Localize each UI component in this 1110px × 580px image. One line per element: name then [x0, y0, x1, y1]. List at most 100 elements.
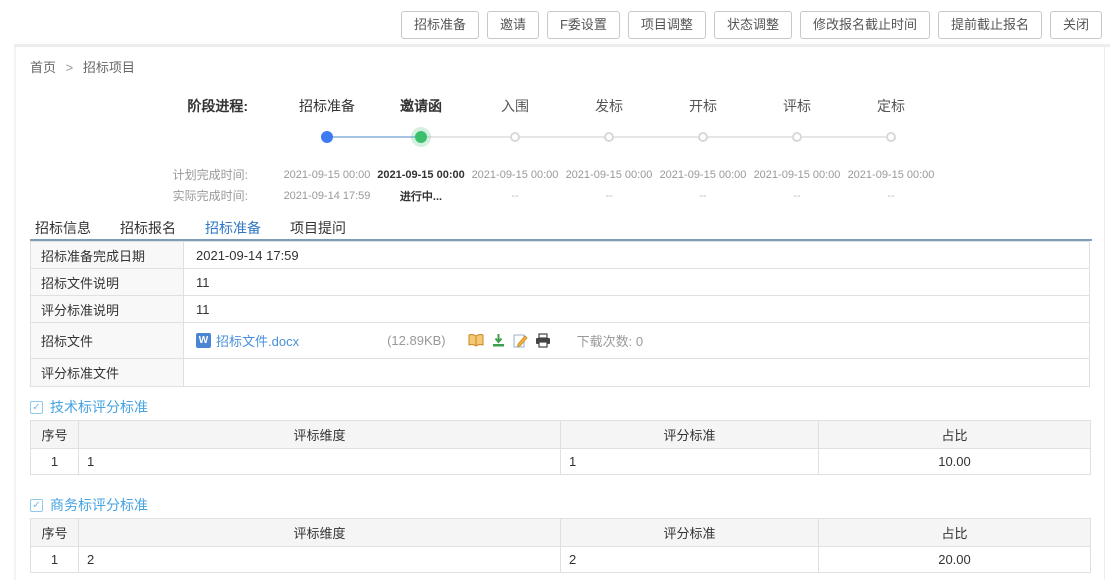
invite-button[interactable]: 邀请 [487, 11, 539, 39]
stage-names-row: 阶段进程: 招标准备 邀请函 入围 发标 开标 评标 定标 [0, 96, 1110, 116]
download-icon[interactable] [491, 333, 506, 348]
early-close-signup-button[interactable]: 提前截止报名 [938, 11, 1042, 39]
actual-time: -- [656, 190, 750, 202]
modify-deadline-button[interactable]: 修改报名截止时间 [800, 11, 930, 39]
plan-time: 2021-09-15 00:00 [656, 169, 750, 181]
stage-dot-pending [792, 132, 802, 142]
row-label: 招标准备完成日期 [31, 242, 184, 269]
plan-time: 2021-09-15 00:00 [562, 169, 656, 181]
tab-bid-info[interactable]: 招标信息 [35, 218, 91, 238]
plan-time-label: 计划完成时间: [0, 166, 280, 183]
plan-time: 2021-09-15 00:00 [468, 169, 562, 181]
row-label: 招标文件 [31, 323, 184, 359]
actual-time: -- [750, 190, 844, 202]
stage-progress: 阶段进程: 招标准备 邀请函 入围 发标 开标 评标 定标 计划完成时间: 20… [0, 96, 1110, 206]
tab-bid-prepare[interactable]: 招标准备 [205, 218, 261, 238]
file-link[interactable]: 招标文件.docx [216, 331, 299, 350]
row-label: 招标文件说明 [31, 269, 184, 296]
col-header-dimension: 评标维度 [79, 519, 561, 547]
actual-time: 2021-09-14 17:59 [280, 190, 374, 202]
stage-name: 入围 [468, 96, 562, 116]
breadcrumb-home[interactable]: 首页 [30, 60, 56, 75]
stage-dot-pending [698, 132, 708, 142]
stage-name: 评标 [750, 96, 844, 116]
table-row: 评分标准文件 [31, 359, 1090, 387]
print-icon[interactable] [535, 333, 551, 348]
cell-dimension: 2 [79, 547, 561, 573]
table-row: 招标文件说明 11 [31, 269, 1090, 296]
col-header-standard: 评分标准 [561, 519, 819, 547]
cell-seq: 1 [31, 547, 79, 573]
col-header-standard: 评分标准 [561, 421, 819, 449]
plan-time: 2021-09-15 00:00 [280, 169, 374, 181]
cell-ratio: 10.00 [819, 449, 1091, 475]
col-header-ratio: 占比 [819, 519, 1091, 547]
status-adjust-button[interactable]: 状态调整 [714, 11, 792, 39]
edit-icon[interactable] [513, 333, 528, 348]
row-label: 评分标准文件 [31, 359, 184, 387]
col-header-seq: 序号 [31, 421, 79, 449]
cell-standard: 2 [561, 547, 819, 573]
file-size: (12.89KB) [387, 333, 446, 348]
stage-dot-pending [510, 132, 520, 142]
col-header-ratio: 占比 [819, 421, 1091, 449]
collapse-check-icon[interactable]: ✓ [30, 401, 43, 414]
col-header-dimension: 评标维度 [79, 421, 561, 449]
cell-standard: 1 [561, 449, 819, 475]
row-value: 11 [184, 269, 1090, 296]
breadcrumb: 首页 > 招标项目 [30, 57, 135, 76]
cell-ratio: 20.00 [819, 547, 1091, 573]
plan-time: 2021-09-15 00:00 [844, 169, 938, 181]
preview-book-icon[interactable] [468, 333, 484, 348]
stage-dots-row [0, 124, 1110, 150]
stage-name: 发标 [562, 96, 656, 116]
tech-score-section-title[interactable]: 技术标评分标准 [50, 397, 148, 417]
row-label: 评分标准说明 [31, 296, 184, 323]
actual-time-row: 实际完成时间: 2021-09-14 17:59 进行中... -- -- --… [0, 185, 1110, 206]
breadcrumb-current: 招标项目 [83, 60, 135, 75]
project-adjust-button[interactable]: 项目调整 [628, 11, 706, 39]
stage-name: 开标 [656, 96, 750, 116]
table-header-row: 序号 评标维度 评分标准 占比 [31, 421, 1091, 449]
tech-score-table: 序号 评标维度 评分标准 占比 1 1 1 10.00 [30, 420, 1091, 475]
bid-prepare-button[interactable]: 招标准备 [401, 11, 479, 39]
row-value [184, 359, 1090, 387]
row-value: 2021-09-14 17:59 [184, 242, 1090, 269]
actual-time: -- [562, 190, 656, 202]
toolbar-divider [14, 44, 1110, 47]
tech-score-section-header: ✓ 技术标评分标准 [30, 397, 148, 417]
stage-dot-pending [886, 132, 896, 142]
stage-dot-done [321, 131, 333, 143]
bid-prepare-detail-table: 招标准备完成日期 2021-09-14 17:59 招标文件说明 11 评分标准… [30, 241, 1090, 387]
commercial-score-section-title[interactable]: 商务标评分标准 [50, 495, 148, 515]
plan-time: 2021-09-15 00:00 [750, 169, 844, 181]
plan-time: 2021-09-15 00:00 [374, 169, 468, 181]
stage-name: 邀请函 [374, 96, 468, 116]
table-row: 1 2 2 20.00 [31, 547, 1091, 573]
actual-time-label: 实际完成时间: [0, 187, 280, 204]
breadcrumb-separator: > [66, 60, 74, 75]
commercial-score-table: 序号 评标维度 评分标准 占比 1 2 2 20.00 [30, 518, 1091, 573]
stage-name: 招标准备 [280, 96, 374, 116]
close-button[interactable]: 关闭 [1050, 11, 1102, 39]
actual-time: -- [844, 190, 938, 202]
cell-dimension: 1 [79, 449, 561, 475]
row-value: 11 [184, 296, 1090, 323]
tab-bid-signup[interactable]: 招标报名 [120, 218, 176, 238]
table-header-row: 序号 评标维度 评分标准 占比 [31, 519, 1091, 547]
actual-time: -- [468, 190, 562, 202]
commercial-score-section-header: ✓ 商务标评分标准 [30, 495, 148, 515]
plan-time-row: 计划完成时间: 2021-09-15 00:00 2021-09-15 00:0… [0, 164, 1110, 185]
table-row: 评分标准说明 11 [31, 296, 1090, 323]
stage-name: 定标 [844, 96, 938, 116]
stage-progress-label: 阶段进程: [0, 96, 280, 116]
stage-dot-pending [604, 132, 614, 142]
word-file-icon: W [196, 333, 211, 348]
collapse-check-icon[interactable]: ✓ [30, 499, 43, 512]
committee-setup-button[interactable]: F委设置 [547, 11, 620, 39]
table-row: 招标准备完成日期 2021-09-14 17:59 [31, 242, 1090, 269]
download-count: 下载次数: 0 [577, 331, 643, 350]
stage-dot-active [415, 131, 427, 143]
top-toolbar: 招标准备 邀请 F委设置 项目调整 状态调整 修改报名截止时间 提前截止报名 关… [401, 11, 1102, 39]
tab-project-questions[interactable]: 项目提问 [290, 218, 346, 238]
